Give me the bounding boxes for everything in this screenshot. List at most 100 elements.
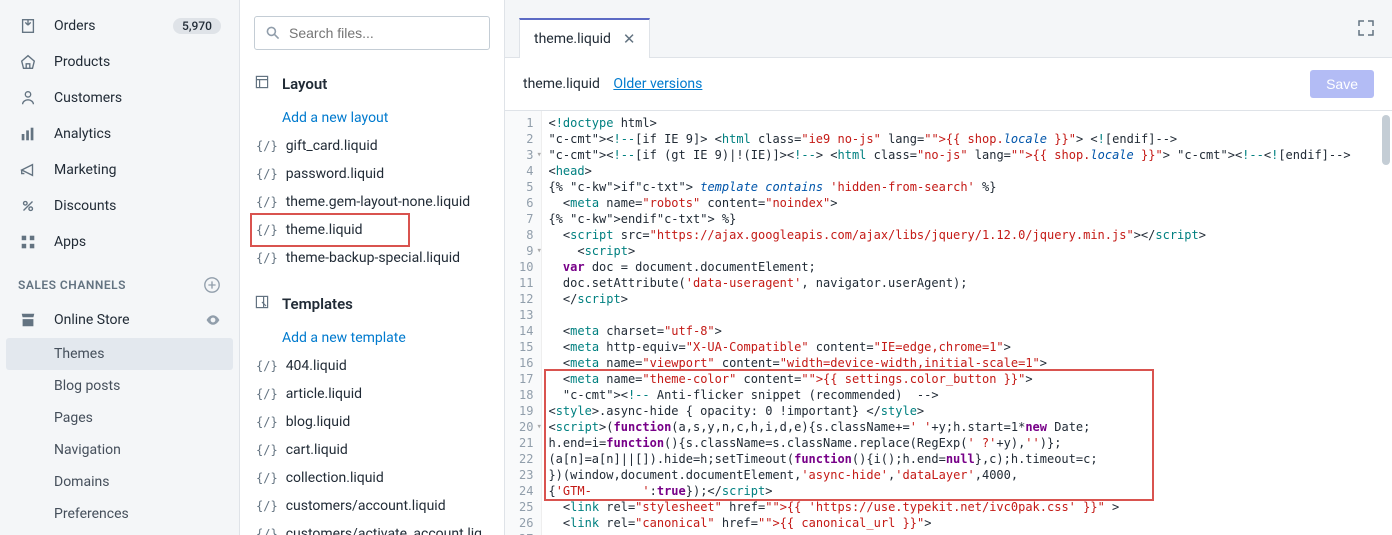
file-panel: Layout Add a new layout {/}gift_card.liq… — [240, 0, 505, 535]
code-line[interactable]: <style>.async-hide { opacity: 0 !importa… — [548, 403, 1386, 419]
editor-tabs: theme.liquid ✕ — [505, 0, 1392, 58]
code-line[interactable]: <meta name="robots" content="noindex"> — [548, 195, 1386, 211]
nav-label: Customers — [54, 90, 221, 106]
file-item[interactable]: {/}cart.liquid — [254, 436, 490, 464]
analytics-icon — [18, 124, 38, 144]
nav-item-marketing[interactable]: Marketing — [0, 152, 239, 188]
file-icon: {/} — [256, 499, 278, 513]
nav-label: Orders — [54, 18, 173, 34]
file-name: theme.gem-layout-none.liquid — [286, 194, 470, 210]
nav-item-discounts[interactable]: Discounts — [0, 188, 239, 224]
expand-icon[interactable] — [1356, 18, 1376, 38]
editor-filename: theme.liquid — [523, 76, 600, 92]
code-line[interactable]: <link rel="canonical" href="">{{ canonic… — [548, 515, 1386, 531]
code-line[interactable]: h.end=i=function(){s.className=s.classNa… — [548, 435, 1386, 451]
search-input[interactable] — [289, 25, 479, 41]
file-item[interactable]: {/}password.liquid — [254, 160, 490, 188]
nav-item-analytics[interactable]: Analytics — [0, 116, 239, 152]
file-name: 404.liquid — [286, 358, 347, 374]
file-item[interactable]: {/}collection.liquid — [254, 464, 490, 492]
code-line[interactable]: </script> — [548, 291, 1386, 307]
editor-tab[interactable]: theme.liquid ✕ — [519, 18, 650, 58]
file-name: gift_card.liquid — [286, 138, 378, 154]
nav-label: Apps — [54, 234, 221, 250]
file-name: theme-backup-special.liquid — [286, 250, 460, 266]
file-name: blog.liquid — [286, 414, 351, 430]
nav-sub-preferences[interactable]: Preferences — [0, 498, 239, 530]
nav-sub-blog-posts[interactable]: Blog posts — [0, 370, 239, 402]
nav-label: Themes — [54, 346, 215, 362]
section-label: SALES CHANNELS — [18, 278, 126, 292]
file-item[interactable]: {/}theme-backup-special.liquid — [254, 244, 490, 272]
code-line[interactable]: "c-cmt"><!-- Anti-flicker snippet (recom… — [548, 387, 1386, 403]
close-tab-icon[interactable]: ✕ — [623, 30, 636, 48]
apps-icon — [18, 232, 38, 252]
file-item[interactable]: {/}customers/account.liquid — [254, 492, 490, 520]
nav-label: Blog posts — [54, 378, 221, 394]
file-icon: {/} — [256, 415, 278, 429]
code-line[interactable]: <head> — [548, 163, 1386, 179]
file-item[interactable]: {/} blog.liquid — [254, 408, 490, 436]
file-item[interactable]: {/}gift_card.liquid — [254, 132, 490, 160]
nav-sub-themes[interactable]: Themes — [6, 338, 233, 370]
nav-item-products[interactable]: Products — [0, 44, 239, 80]
layout-header[interactable]: Layout — [254, 68, 490, 104]
file-item[interactable]: {/}customers/activate_account.liq — [254, 520, 490, 535]
search-icon — [265, 25, 281, 41]
code-line[interactable]: <script src="https://ajax.googleapis.com… — [548, 227, 1386, 243]
code-line[interactable]: (a[n]=a[n]||[]).hide=h;setTimeout(functi… — [548, 451, 1386, 467]
nav-sub-navigation[interactable]: Navigation — [0, 434, 239, 466]
main-nav: Orders5,970Products Customers AnalyticsMar… — [0, 0, 240, 535]
code-line[interactable]: var doc = document.documentElement; — [548, 259, 1386, 275]
online-store-item[interactable]: Online Store — [0, 302, 239, 338]
scrollbar[interactable] — [1382, 115, 1390, 165]
code-line[interactable]: {% "c-kw">endif"c-txt"> %} — [548, 211, 1386, 227]
code-line[interactable]: <meta name="theme-color" content="">{{ s… — [548, 371, 1386, 387]
code-body[interactable]: <!doctype html>"c-cmt"><!--[if IE 9]> <h… — [542, 111, 1392, 535]
templates-header[interactable]: Templates — [254, 288, 490, 324]
add-layout-link[interactable]: Add a new layout — [254, 104, 490, 132]
code-line[interactable]: {'GTM- ':true});</script> — [548, 483, 1386, 499]
code-line[interactable]: <script>(function(a,s,y,n,c,h,i,d,e){s.c… — [548, 419, 1386, 435]
nav-label: Navigation — [54, 442, 221, 458]
save-button[interactable]: Save — [1310, 70, 1374, 98]
file-item[interactable]: {/} theme.gem-layout-none.liquid — [254, 188, 490, 216]
file-icon: {/} — [256, 195, 278, 209]
nav-item-apps[interactable]: Apps — [0, 224, 239, 260]
code-line[interactable]: {% "c-kw">if"c-txt"> template contains '… — [548, 179, 1386, 195]
templates-icon — [254, 294, 272, 314]
nav-sub-domains[interactable]: Domains — [0, 466, 239, 498]
code-line[interactable]: <!doctype html> — [548, 115, 1386, 131]
add-channel-icon[interactable] — [203, 276, 221, 294]
code-line[interactable]: doc.setAttribute('data-useragent', navig… — [548, 275, 1386, 291]
discounts-icon — [18, 196, 38, 216]
add-template-link[interactable]: Add a new template — [254, 324, 490, 352]
older-versions-link[interactable]: Older versions — [613, 76, 702, 92]
code-line[interactable] — [548, 307, 1386, 323]
file-item[interactable]: {/}theme.liquid — [254, 216, 490, 244]
nav-item-customers[interactable]: Customers — [0, 80, 239, 116]
file-icon: {/} — [256, 443, 278, 457]
file-search[interactable] — [254, 16, 490, 50]
section-label: Layout — [282, 75, 327, 93]
file-icon: {/} — [256, 359, 278, 373]
nav-sub-pages[interactable]: Pages — [0, 402, 239, 434]
code-line[interactable]: <link rel="stylesheet" href="">{{ 'https… — [548, 499, 1386, 515]
code-line[interactable]: <meta charset="utf-8"> — [548, 323, 1386, 339]
code-line[interactable]: "c-cmt"><!--[if IE 9]> <html class="ie9 … — [548, 131, 1386, 147]
marketing-icon — [18, 160, 38, 180]
eye-icon[interactable] — [205, 312, 221, 328]
file-item[interactable]: {/} 404.liquid — [254, 352, 490, 380]
code-line[interactable] — [548, 531, 1386, 535]
editor-subheader: theme.liquid Older versions Save — [505, 58, 1392, 111]
file-item[interactable]: {/}article.liquid — [254, 380, 490, 408]
code-line[interactable]: <script> — [548, 243, 1386, 259]
code-line[interactable]: "c-cmt"><!--[if (gt IE 9)|!(IE)]><!--> <… — [548, 147, 1386, 163]
code-editor[interactable]: 1234567891011121314151617181920212223242… — [505, 111, 1392, 535]
code-line[interactable]: })(window,document.documentElement,'asyn… — [548, 467, 1386, 483]
section-label: Templates — [282, 295, 353, 313]
nav-item-orders[interactable]: Orders5,970 — [0, 8, 239, 44]
file-name: collection.liquid — [286, 470, 384, 486]
code-line[interactable]: <meta name="viewport" content="width=dev… — [548, 355, 1386, 371]
code-line[interactable]: <meta http-equiv="X-UA-Compatible" conte… — [548, 339, 1386, 355]
